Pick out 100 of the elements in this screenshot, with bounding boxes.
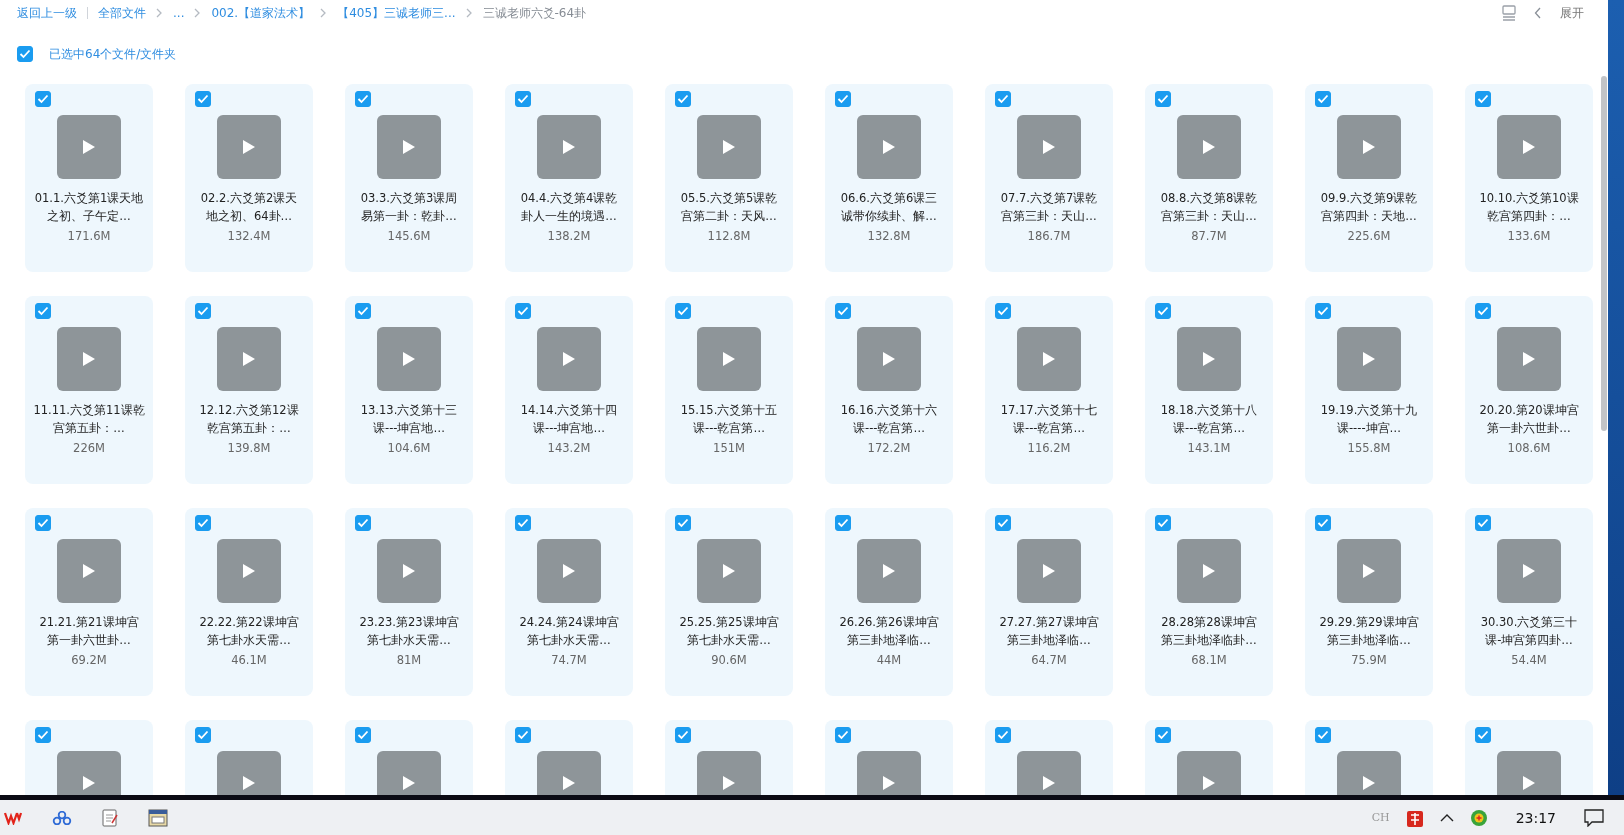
- video-file-card[interactable]: 09.9.六爻第9课乾 宫第四卦：天地… 225.6M: [1305, 84, 1433, 272]
- app-w-icon[interactable]: [4, 810, 22, 825]
- file-checkbox[interactable]: [835, 515, 851, 531]
- file-checkbox[interactable]: [1315, 303, 1331, 319]
- video-file-card[interactable]: 22.22.第22课坤宫 第七卦水天需… 46.1M: [185, 508, 313, 696]
- video-file-card[interactable]: 25.25.第25课坤宫 第七卦水天需… 90.6M: [665, 508, 793, 696]
- file-checkbox[interactable]: [1155, 515, 1171, 531]
- file-checkbox[interactable]: [1475, 515, 1491, 531]
- clock-time[interactable]: 23:17: [1515, 809, 1556, 826]
- breadcrumb-item[interactable]: 三诚老师六爻-64卦: [482, 4, 587, 22]
- video-file-card[interactable]: 03.3.六爻第3课周 易第一卦：乾卦… 145.6M: [345, 84, 473, 272]
- video-file-card[interactable]: 16.16.六爻第十六 课---乾宫第… 172.2M: [825, 296, 953, 484]
- video-file-card[interactable]: 06.6.六爻第6课三 诚带你续卦、解… 132.8M: [825, 84, 953, 272]
- file-checkbox[interactable]: [835, 91, 851, 107]
- video-file-card[interactable]: 21.21.第21课坤宫 第一卦六世卦… 69.2M: [25, 508, 153, 696]
- file-checkbox[interactable]: [995, 91, 1011, 107]
- file-checkbox[interactable]: [195, 727, 211, 743]
- video-file-card[interactable]: 11.11.六爻第11课乾 宫第五卦：… 226M: [25, 296, 153, 484]
- file-checkbox[interactable]: [355, 727, 371, 743]
- chevron-left-icon[interactable]: [1534, 7, 1542, 19]
- select-all-checkbox[interactable]: [17, 46, 33, 62]
- breadcrumb-item[interactable]: ...: [173, 6, 185, 20]
- back-link[interactable]: 返回上一级: [17, 4, 77, 22]
- video-file-card[interactable]: 05.5.六爻第5课乾 宫第二卦：天风… 112.8M: [665, 84, 793, 272]
- file-checkbox[interactable]: [995, 515, 1011, 531]
- file-checkbox[interactable]: [1315, 515, 1331, 531]
- video-file-card[interactable]: 14.14.六爻第十四 课---坤宫地… 143.2M: [505, 296, 633, 484]
- video-file-card[interactable]: 07.7.六爻第7课乾 宫第三卦：天山… 186.7M: [985, 84, 1113, 272]
- file-checkbox[interactable]: [675, 91, 691, 107]
- file-checkbox[interactable]: [35, 303, 51, 319]
- file-checkbox[interactable]: [1475, 727, 1491, 743]
- file-checkbox[interactable]: [1475, 91, 1491, 107]
- video-file-card[interactable]: 12.12.六爻第12课 乾宫第五卦：… 139.8M: [185, 296, 313, 484]
- file-checkbox[interactable]: [515, 91, 531, 107]
- plus-circle-icon[interactable]: [1469, 808, 1488, 827]
- file-checkbox[interactable]: [835, 303, 851, 319]
- notepad-icon[interactable]: [102, 808, 118, 827]
- file-checkbox[interactable]: [995, 303, 1011, 319]
- file-checkbox[interactable]: [1315, 91, 1331, 107]
- video-file-card[interactable]: 01.1.六爻第1课天地 之初、子午定… 171.6M: [25, 84, 153, 272]
- file-checkbox[interactable]: [195, 515, 211, 531]
- file-checkbox[interactable]: [1315, 727, 1331, 743]
- file-checkbox[interactable]: [515, 515, 531, 531]
- video-file-card[interactable]: 23.23.第23课坤宫 第七卦水天需… 81M: [345, 508, 473, 696]
- file-checkbox[interactable]: [675, 515, 691, 531]
- video-file-card[interactable]: 18.18.六爻第十八 课---乾宫第… 143.1M: [1145, 296, 1273, 484]
- breadcrumb-item[interactable]: 全部文件: [98, 4, 146, 22]
- file-checkbox[interactable]: [35, 91, 51, 107]
- video-file-card[interactable]: 26.26.第26课坤宫 第三卦地泽临… 44M: [825, 508, 953, 696]
- file-checkbox[interactable]: [1155, 91, 1171, 107]
- file-size: 75.9M: [1351, 653, 1387, 667]
- play-icon: [722, 775, 736, 791]
- file-size: 139.8M: [227, 441, 271, 455]
- file-name: 07.7.六爻第7课乾: [1000, 190, 1098, 207]
- list-view-icon[interactable]: [1502, 5, 1516, 21]
- play-icon: [1362, 563, 1376, 579]
- breadcrumb-item[interactable]: 002.【道家法术】: [211, 4, 311, 22]
- window-app-icon[interactable]: [148, 808, 168, 827]
- video-file-card[interactable]: 04.4.六爻第4课乾 卦人一生的境遇… 138.2M: [505, 84, 633, 272]
- file-name: 诚带你续卦、解…: [841, 208, 937, 225]
- video-file-card[interactable]: 15.15.六爻第十五 课---乾宫第… 151M: [665, 296, 793, 484]
- video-file-card[interactable]: 17.17.六爻第十七 课---乾宫第… 116.2M: [985, 296, 1113, 484]
- file-checkbox[interactable]: [1475, 303, 1491, 319]
- video-file-card[interactable]: 19.19.六爻第十九 课----坤宫… 155.8M: [1305, 296, 1433, 484]
- file-checkbox[interactable]: [355, 91, 371, 107]
- play-icon: [1202, 563, 1216, 579]
- file-checkbox[interactable]: [1155, 727, 1171, 743]
- video-file-card[interactable]: 27.27.第27课坤宫 第三卦地泽临… 64.7M: [985, 508, 1113, 696]
- video-file-card[interactable]: 30.30.六爻第三十 课-坤宫第四卦… 54.4M: [1465, 508, 1593, 696]
- video-file-card[interactable]: 29.29.第29课坤宫 第三卦地泽临… 75.9M: [1305, 508, 1433, 696]
- file-checkbox[interactable]: [355, 515, 371, 531]
- scrollbar-thumb[interactable]: [1601, 76, 1607, 431]
- play-icon: [402, 775, 416, 791]
- file-checkbox[interactable]: [835, 727, 851, 743]
- video-file-card[interactable]: 10.10.六爻第10课 乾宫第四卦：… 133.6M: [1465, 84, 1593, 272]
- video-file-card[interactable]: 02.2.六爻第2课天 地之初、64卦… 132.4M: [185, 84, 313, 272]
- file-name: 第七卦水天需…: [527, 632, 611, 649]
- video-file-card[interactable]: 13.13.六爻第十三 课---坤宫地… 104.6M: [345, 296, 473, 484]
- file-checkbox[interactable]: [1155, 303, 1171, 319]
- file-checkbox[interactable]: [515, 727, 531, 743]
- play-icon: [1042, 775, 1056, 791]
- caret-up-icon[interactable]: [1439, 813, 1454, 822]
- video-file-card[interactable]: 24.24.第24课坤宫 第七卦水天需… 74.7M: [505, 508, 633, 696]
- file-checkbox[interactable]: [35, 515, 51, 531]
- file-checkbox[interactable]: [995, 727, 1011, 743]
- notification-icon[interactable]: [1584, 808, 1604, 827]
- file-checkbox[interactable]: [195, 303, 211, 319]
- cluster-icon[interactable]: [52, 810, 72, 825]
- file-checkbox[interactable]: [195, 91, 211, 107]
- breadcrumb-item[interactable]: 【405】三诚老师三...: [337, 4, 456, 22]
- file-checkbox[interactable]: [35, 727, 51, 743]
- file-checkbox[interactable]: [515, 303, 531, 319]
- video-file-card[interactable]: 20.20.第20课坤宫 第一卦六世卦… 108.6M: [1465, 296, 1593, 484]
- file-checkbox[interactable]: [675, 727, 691, 743]
- file-checkbox[interactable]: [675, 303, 691, 319]
- video-file-card[interactable]: 28.28第28课坤宫 第三卦地泽临卦… 68.1M: [1145, 508, 1273, 696]
- chevron-icon: [194, 8, 202, 18]
- file-checkbox[interactable]: [355, 303, 371, 319]
- video-file-card[interactable]: 08.8.六爻第8课乾 宫第三卦：天山… 87.7M: [1145, 84, 1273, 272]
- expand-button[interactable]: 展开: [1560, 4, 1584, 22]
